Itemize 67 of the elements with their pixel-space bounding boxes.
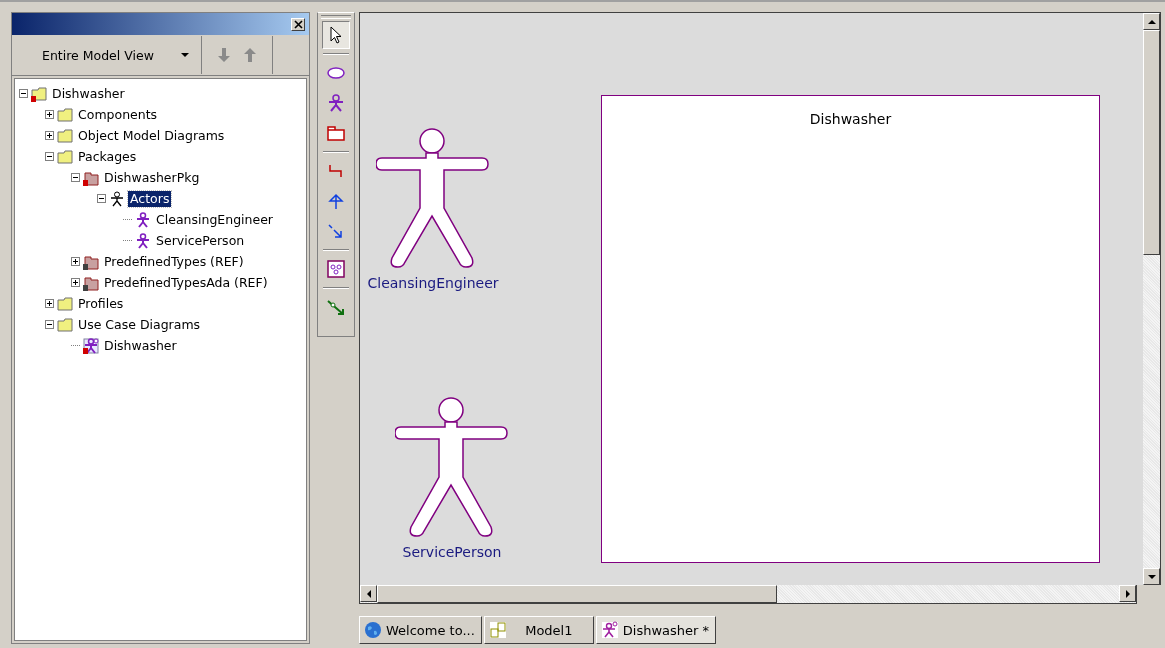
package-icon [83,274,99,291]
document-tab[interactable]: Dishwasher * [595,616,717,644]
actor-icon [109,190,125,207]
triangle-right-icon [1125,589,1130,598]
tree-item[interactable]: Object Model Diagrams [76,127,227,144]
expand-icon[interactable] [71,278,80,287]
horizontal-scrollbar[interactable] [359,585,1137,604]
folder-icon [57,148,73,165]
tree-item[interactable]: Components [76,106,160,123]
triangle-down-icon [1147,574,1156,579]
package-icon [326,123,346,143]
collapse-icon[interactable] [97,194,106,203]
scroll-up-button[interactable] [1143,13,1160,30]
scroll-thumb[interactable] [377,585,777,603]
windows-icon [488,621,507,639]
tree-item[interactable]: Packages [76,148,139,165]
collapse-icon[interactable] [45,320,54,329]
tree-item[interactable]: DishwasherPkg [102,169,202,186]
anchor-line-icon [326,297,346,317]
folder-icon [31,85,47,102]
collapse-icon[interactable] [19,89,28,98]
scroll-right-button[interactable] [1119,585,1136,602]
tree-item[interactable]: Dishwasher [102,337,179,354]
triangle-left-icon [366,589,371,598]
expand-icon[interactable] [45,299,54,308]
document-tab[interactable]: Model1 [483,616,594,644]
diagram-icon [326,259,346,279]
view-label: Entire Model View [42,47,154,63]
expand-icon[interactable] [45,110,54,119]
tree-item[interactable]: PredefinedTypesAda (REF) [102,274,270,291]
tree-item[interactable]: CleansingEngineer [154,211,275,228]
actor-icon [135,211,151,228]
collapse-icon[interactable] [71,173,80,182]
expand-icon[interactable] [45,131,54,140]
actor-icon [135,232,151,249]
boundary-title: Dishwasher [809,111,892,127]
tree-item[interactable]: Dishwasher [50,85,127,102]
close-button[interactable] [291,17,305,31]
diagram-icon [83,337,99,354]
arrow-up-icon [326,191,346,211]
document-tab[interactable]: Welcome to... [359,616,482,644]
scroll-thumb[interactable] [1143,30,1160,255]
actor-icon [600,621,619,639]
expand-icon[interactable] [71,257,80,266]
pointer-tool[interactable] [322,21,350,49]
collapse-icon[interactable] [45,152,54,161]
scroll-down-button[interactable] [1143,568,1160,585]
tree-item[interactable]: PredefinedTypes (REF) [102,253,246,270]
tree-item[interactable]: ServicePerson [154,232,247,249]
vertical-scrollbar[interactable] [1143,13,1160,585]
tree-item[interactable]: Actors [128,190,172,207]
caret-icon [181,53,189,57]
folder-icon [57,106,73,123]
tree-item[interactable]: Profiles [76,295,126,312]
actor-name: CleansingEngineer [367,275,499,291]
scroll-left-button[interactable] [360,585,377,602]
triangle-up-icon [1147,19,1156,24]
folder-icon [57,295,73,312]
actor-icon [326,93,346,113]
package-icon [83,169,99,186]
globe-icon [364,621,382,639]
view-dropdown[interactable]: Entire Model View [12,36,202,74]
folder-icon [57,127,73,144]
package-icon [83,253,99,270]
tree-item[interactable]: Use Case Diagrams [76,316,203,333]
folder-icon [57,316,73,333]
actor-name: ServicePerson [402,544,502,560]
